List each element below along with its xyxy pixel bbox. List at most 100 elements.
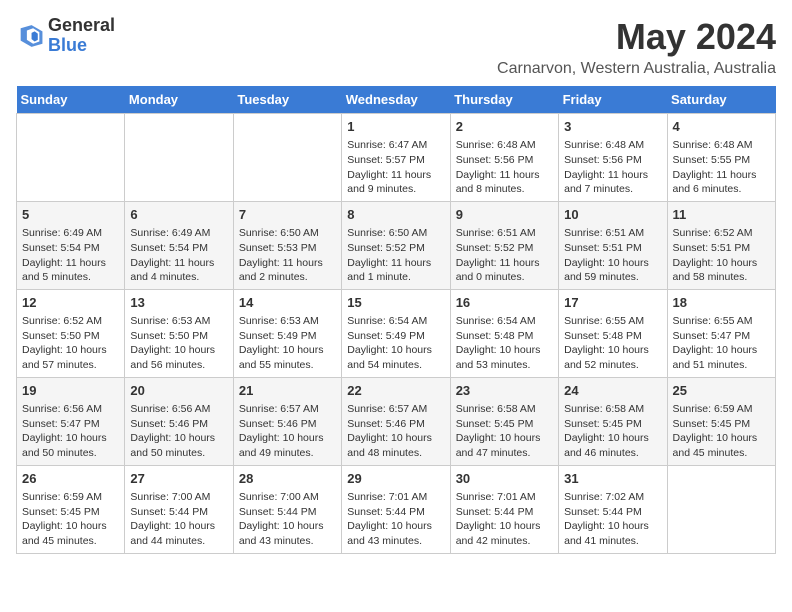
calendar-cell: 16 Sunrise: 6:54 AMSunset: 5:48 PMDayligh…	[450, 289, 558, 377]
calendar-cell: 8 Sunrise: 6:50 AMSunset: 5:52 PMDaylight…	[342, 201, 450, 289]
day-number: 6	[130, 206, 227, 224]
day-info: Sunrise: 6:59 AMSunset: 5:45 PMDaylight:…	[22, 490, 119, 549]
weekday-header-tuesday: Tuesday	[233, 86, 341, 114]
day-info: Sunrise: 7:00 AMSunset: 5:44 PMDaylight:…	[130, 490, 227, 549]
calendar-cell: 13 Sunrise: 6:53 AMSunset: 5:50 PMDayligh…	[125, 289, 233, 377]
day-number: 26	[22, 470, 119, 488]
calendar-cell	[233, 114, 341, 202]
calendar-cell: 29Sunrise: 7:01 AMSunset: 5:44 PMDayligh…	[342, 465, 450, 553]
weekday-header-monday: Monday	[125, 86, 233, 114]
day-info: Sunrise: 6:50 AMSunset: 5:53 PMDaylight:…	[239, 226, 336, 285]
day-info: Sunrise: 6:53 AMSunset: 5:49 PMDaylight:…	[239, 314, 336, 373]
day-info: Sunrise: 6:53 AMSunset: 5:50 PMDaylight:…	[130, 314, 227, 373]
calendar-cell: 11Sunrise: 6:52 AMSunset: 5:51 PMDayligh…	[667, 201, 775, 289]
calendar-cell: 7 Sunrise: 6:50 AMSunset: 5:53 PMDaylight…	[233, 201, 341, 289]
title-block: May 2024 Carnarvon, Western Australia, A…	[497, 16, 776, 78]
weekday-header-thursday: Thursday	[450, 86, 558, 114]
calendar-cell: 20Sunrise: 6:56 AMSunset: 5:46 PMDayligh…	[125, 377, 233, 465]
calendar-week-row: 26 Sunrise: 6:59 AMSunset: 5:45 PMDayligh…	[17, 465, 776, 553]
calendar-cell: 22 Sunrise: 6:57 AMSunset: 5:46 PMDayligh…	[342, 377, 450, 465]
day-info: Sunrise: 6:55 AMSunset: 5:47 PMDaylight:…	[673, 314, 770, 373]
day-info: Sunrise: 7:00 AMSunset: 5:44 PMDaylight:…	[239, 490, 336, 549]
day-number: 18	[673, 294, 770, 312]
day-info: Sunrise: 6:58 AMSunset: 5:45 PMDaylight:…	[564, 402, 661, 461]
day-info: Sunrise: 6:57 AMSunset: 5:46 PMDaylight:…	[239, 402, 336, 461]
calendar-cell: 24 Sunrise: 6:58 AMSunset: 5:45 PMDayligh…	[559, 377, 667, 465]
calendar-cell: 21 Sunrise: 6:57 AMSunset: 5:46 PMDayligh…	[233, 377, 341, 465]
calendar-cell: 23 Sunrise: 6:58 AMSunset: 5:45 PMDayligh…	[450, 377, 558, 465]
calendar-cell: 18 Sunrise: 6:55 AMSunset: 5:47 PMDayligh…	[667, 289, 775, 377]
day-info: Sunrise: 6:50 AMSunset: 5:52 PMDaylight:…	[347, 226, 444, 285]
logo: General Blue	[16, 16, 115, 56]
calendar-cell: 10Sunrise: 6:51 AMSunset: 5:51 PMDayligh…	[559, 201, 667, 289]
weekday-header-sunday: Sunday	[17, 86, 125, 114]
weekday-header-row: SundayMondayTuesdayWednesdayThursdayFrid…	[17, 86, 776, 114]
calendar-cell: 12Sunrise: 6:52 AMSunset: 5:50 PMDayligh…	[17, 289, 125, 377]
calendar-table: SundayMondayTuesdayWednesdayThursdayFrid…	[16, 86, 776, 554]
calendar-week-row: 19 Sunrise: 6:56 AMSunset: 5:47 PMDayligh…	[17, 377, 776, 465]
weekday-header-saturday: Saturday	[667, 86, 775, 114]
day-number: 9	[456, 206, 553, 224]
logo-text-blue: Blue	[48, 36, 115, 56]
day-number: 5	[22, 206, 119, 224]
calendar-cell: 6 Sunrise: 6:49 AMSunset: 5:54 PMDaylight…	[125, 201, 233, 289]
day-info: Sunrise: 6:58 AMSunset: 5:45 PMDaylight:…	[456, 402, 553, 461]
month-title: May 2024	[497, 16, 776, 58]
day-number: 4	[673, 118, 770, 136]
day-info: Sunrise: 6:49 AMSunset: 5:54 PMDaylight:…	[22, 226, 119, 285]
calendar-cell: 30 Sunrise: 7:01 AMSunset: 5:44 PMDayligh…	[450, 465, 558, 553]
day-number: 25	[673, 382, 770, 400]
day-number: 31	[564, 470, 661, 488]
calendar-cell: 2 Sunrise: 6:48 AMSunset: 5:56 PMDaylight…	[450, 114, 558, 202]
calendar-cell	[667, 465, 775, 553]
day-number: 24	[564, 382, 661, 400]
day-info: Sunrise: 6:57 AMSunset: 5:46 PMDaylight:…	[347, 402, 444, 461]
day-number: 14	[239, 294, 336, 312]
day-number: 8	[347, 206, 444, 224]
logo-text-general: General	[48, 16, 115, 36]
logo-icon	[16, 22, 44, 50]
day-number: 16	[456, 294, 553, 312]
calendar-cell	[17, 114, 125, 202]
location-title: Carnarvon, Western Australia, Australia	[497, 60, 776, 78]
day-number: 19	[22, 382, 119, 400]
day-number: 13	[130, 294, 227, 312]
day-info: Sunrise: 6:55 AMSunset: 5:48 PMDaylight:…	[564, 314, 661, 373]
calendar-cell: 4Sunrise: 6:48 AMSunset: 5:55 PMDaylight…	[667, 114, 775, 202]
day-number: 2	[456, 118, 553, 136]
calendar-cell: 31 Sunrise: 7:02 AMSunset: 5:44 PMDayligh…	[559, 465, 667, 553]
calendar-cell: 26 Sunrise: 6:59 AMSunset: 5:45 PMDayligh…	[17, 465, 125, 553]
day-info: Sunrise: 6:56 AMSunset: 5:47 PMDaylight:…	[22, 402, 119, 461]
day-number: 7	[239, 206, 336, 224]
day-info: Sunrise: 7:02 AMSunset: 5:44 PMDaylight:…	[564, 490, 661, 549]
day-number: 17	[564, 294, 661, 312]
calendar-week-row: 12Sunrise: 6:52 AMSunset: 5:50 PMDayligh…	[17, 289, 776, 377]
calendar-cell: 3Sunrise: 6:48 AMSunset: 5:56 PMDaylight…	[559, 114, 667, 202]
day-number: 28	[239, 470, 336, 488]
day-number: 3	[564, 118, 661, 136]
day-number: 22	[347, 382, 444, 400]
calendar-week-row: 5 Sunrise: 6:49 AMSunset: 5:54 PMDaylight…	[17, 201, 776, 289]
day-info: Sunrise: 6:47 AMSunset: 5:57 PMDaylight:…	[347, 138, 444, 197]
day-number: 12	[22, 294, 119, 312]
day-info: Sunrise: 7:01 AMSunset: 5:44 PMDaylight:…	[456, 490, 553, 549]
calendar-cell: 25 Sunrise: 6:59 AMSunset: 5:45 PMDayligh…	[667, 377, 775, 465]
day-info: Sunrise: 6:49 AMSunset: 5:54 PMDaylight:…	[130, 226, 227, 285]
day-info: Sunrise: 6:48 AMSunset: 5:56 PMDaylight:…	[456, 138, 553, 197]
day-number: 30	[456, 470, 553, 488]
calendar-cell: 28 Sunrise: 7:00 AMSunset: 5:44 PMDayligh…	[233, 465, 341, 553]
day-number: 27	[130, 470, 227, 488]
day-info: Sunrise: 6:54 AMSunset: 5:48 PMDaylight:…	[456, 314, 553, 373]
calendar-cell: 17 Sunrise: 6:55 AMSunset: 5:48 PMDayligh…	[559, 289, 667, 377]
calendar-cell: 9Sunrise: 6:51 AMSunset: 5:52 PMDaylight…	[450, 201, 558, 289]
day-number: 11	[673, 206, 770, 224]
day-number: 15	[347, 294, 444, 312]
day-number: 23	[456, 382, 553, 400]
day-info: Sunrise: 6:51 AMSunset: 5:51 PMDaylight:…	[564, 226, 661, 285]
day-number: 21	[239, 382, 336, 400]
calendar-cell: 27 Sunrise: 7:00 AMSunset: 5:44 PMDayligh…	[125, 465, 233, 553]
day-info: Sunrise: 6:56 AMSunset: 5:46 PMDaylight:…	[130, 402, 227, 461]
day-info: Sunrise: 6:54 AMSunset: 5:49 PMDaylight:…	[347, 314, 444, 373]
day-number: 29	[347, 470, 444, 488]
day-info: Sunrise: 6:59 AMSunset: 5:45 PMDaylight:…	[673, 402, 770, 461]
